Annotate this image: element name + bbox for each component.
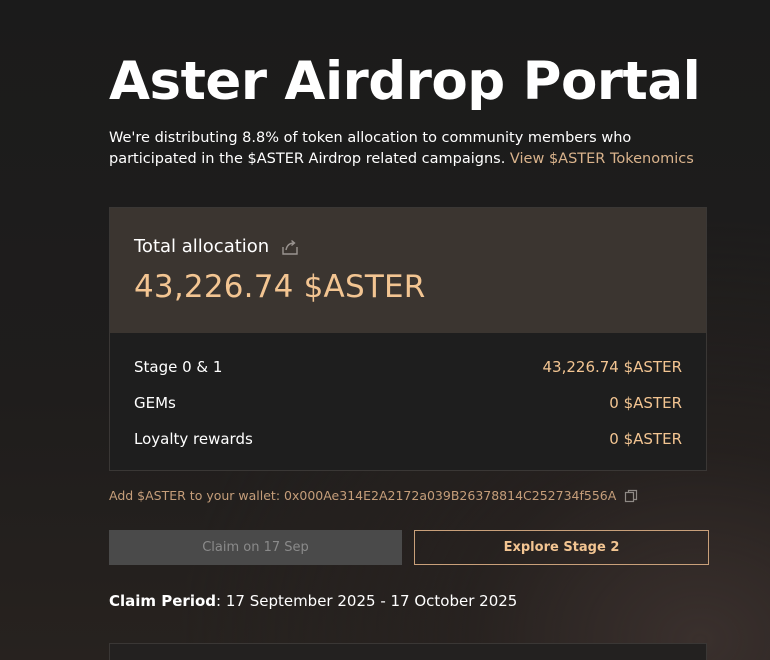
intro-text: We're distributing 8.8% of token allocat…: [109, 128, 719, 170]
allocation-card: Total allocation 43,226.74 $ASTER Stage …: [109, 207, 707, 471]
explore-stage-2-button[interactable]: Explore Stage 2: [414, 530, 709, 565]
share-icon[interactable]: [281, 238, 299, 256]
copy-icon[interactable]: [624, 489, 638, 503]
row-value: 0 $ASTER: [609, 394, 682, 412]
allocation-summary: Total allocation 43,226.74 $ASTER: [110, 208, 706, 333]
allocation-title: Total allocation: [134, 236, 270, 257]
claim-period-label: Claim Period: [109, 592, 217, 610]
allocation-row-gems: GEMs 0 $ASTER: [134, 391, 682, 427]
allocation-breakdown: Stage 0 & 1 43,226.74 $ASTER GEMs 0 $AST…: [110, 333, 706, 463]
row-value: 0 $ASTER: [609, 430, 682, 448]
allocation-row-loyalty: Loyalty rewards 0 $ASTER: [134, 427, 682, 463]
total-allocation-amount: 43,226.74 $ASTER: [134, 269, 426, 305]
page-title: Aster Airdrop Portal: [109, 51, 701, 112]
row-value: 43,226.74 $ASTER: [542, 358, 683, 376]
claim-period: Claim Period: 17 September 2025 - 17 Oct…: [109, 592, 517, 610]
allocation-title-row: Total allocation: [134, 236, 682, 257]
claim-period-value: : 17 September 2025 - 17 October 2025: [216, 592, 518, 610]
add-to-wallet-line: Add $ASTER to your wallet: 0x000Ae314E2A…: [109, 488, 638, 503]
claim-button[interactable]: Claim on 17 Sep: [109, 530, 402, 565]
row-label: GEMs: [134, 394, 176, 412]
allocation-row-stage: Stage 0 & 1 43,226.74 $ASTER: [134, 355, 682, 391]
view-tokenomics-link[interactable]: View $ASTER Tokenomics: [510, 151, 694, 167]
next-section-card: [109, 643, 707, 660]
row-label: Stage 0 & 1: [134, 358, 223, 376]
wallet-text[interactable]: Add $ASTER to your wallet: 0x000Ae314E2A…: [109, 488, 616, 503]
row-label: Loyalty rewards: [134, 430, 253, 448]
